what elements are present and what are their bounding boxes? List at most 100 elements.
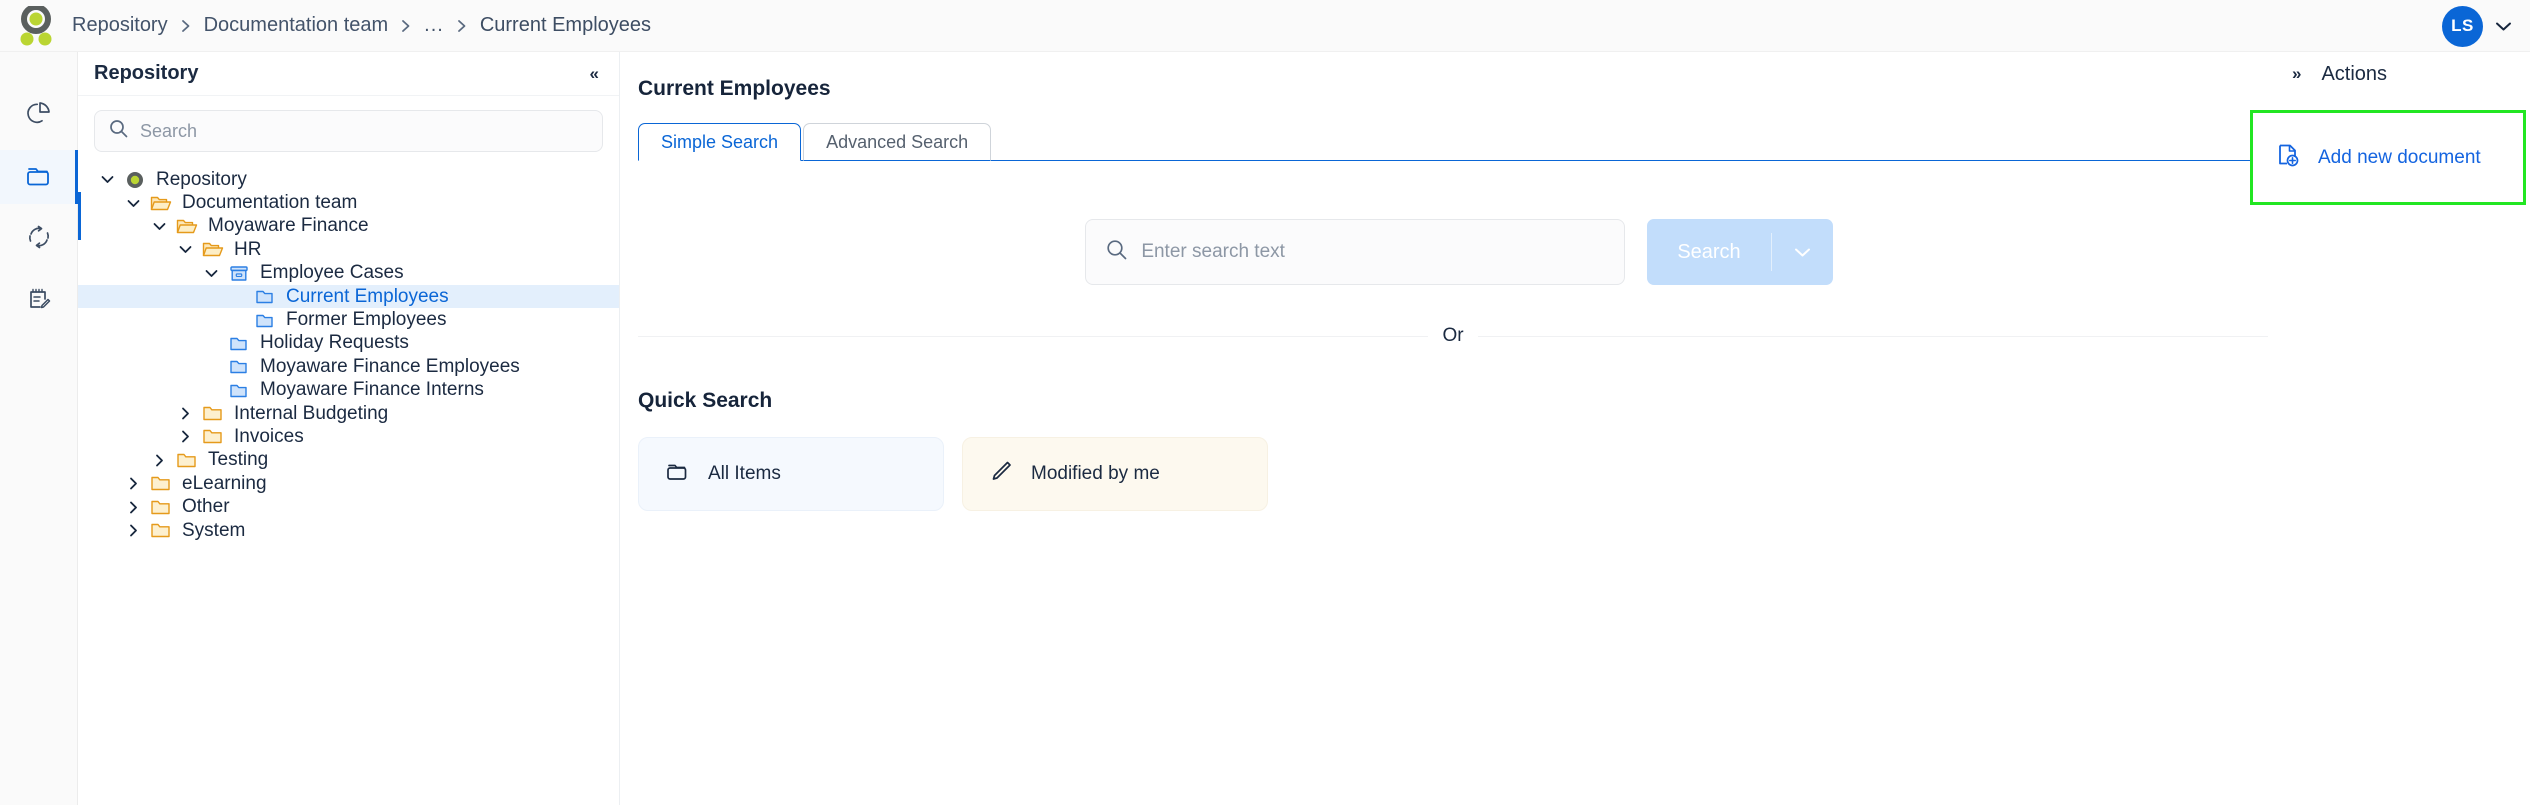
tree-node-label: Current Employees xyxy=(286,285,449,307)
tab-simple-search[interactable]: Simple Search xyxy=(638,123,802,161)
tree-node-invoices[interactable]: Invoices xyxy=(78,425,619,448)
quick-search-card-label: All Items xyxy=(708,463,781,484)
doc-folder-icon xyxy=(250,311,280,330)
quick-search-card-label: Modified by me xyxy=(1031,463,1160,484)
tree-node-label: Repository xyxy=(156,168,247,190)
chevron-right-icon xyxy=(181,19,191,33)
chevron-right-icon[interactable] xyxy=(146,454,172,467)
breadcrumb-item-documentation-team[interactable]: Documentation team xyxy=(204,14,389,37)
chevron-right-icon[interactable] xyxy=(172,430,198,443)
tree-node-documentation-team[interactable]: Documentation team xyxy=(78,191,619,214)
search-row: Enter search text Search xyxy=(638,219,2280,285)
search-input-placeholder: Search xyxy=(140,120,198,141)
rail-item-repository[interactable] xyxy=(0,150,78,204)
sidebar-header: Repository « xyxy=(78,52,619,96)
chevron-down-icon[interactable] xyxy=(94,175,120,184)
app-root: Repository Documentation team ... Curren… xyxy=(0,0,2530,805)
tree-node-repository[interactable]: Repository xyxy=(78,168,619,191)
tree-node-former-employees[interactable]: Former Employees xyxy=(78,308,619,331)
expand-right-icon[interactable]: » xyxy=(2292,64,2302,84)
pencil-icon xyxy=(989,459,1013,489)
repository-sidebar: Repository « Search Repository Documentat… xyxy=(78,52,620,805)
tree-node-testing[interactable]: Testing xyxy=(78,449,619,472)
folder-closed-icon xyxy=(146,521,176,540)
chevron-right-icon[interactable] xyxy=(172,407,198,420)
app-logo-icon[interactable] xyxy=(0,5,72,46)
tree-node-moyaware-finance-interns[interactable]: Moyaware Finance Interns xyxy=(78,379,619,402)
sidebar-title: Repository xyxy=(94,62,199,84)
tree-node-label: Testing xyxy=(208,449,269,471)
tree-node-label: Employee Cases xyxy=(260,262,404,284)
folder-open-icon xyxy=(146,194,176,213)
folder-open-icon xyxy=(198,240,228,259)
rail-item-sync[interactable] xyxy=(0,212,78,266)
chevron-right-icon[interactable] xyxy=(120,524,146,537)
search-button[interactable]: Search xyxy=(1647,219,1770,285)
or-label: Or xyxy=(1428,325,1478,346)
tree-node-system[interactable]: System xyxy=(78,519,619,542)
tree-node-label: Former Employees xyxy=(286,309,447,331)
doc-folder-icon xyxy=(224,381,254,400)
tab-advanced-search[interactable]: Advanced Search xyxy=(803,123,992,161)
breadcrumb-item-current-employees[interactable]: Current Employees xyxy=(480,14,651,37)
quick-search-cards: All Items Modified by me xyxy=(638,437,2280,511)
actions-title: Actions xyxy=(2321,62,2388,85)
page-title: Current Employees xyxy=(638,77,831,100)
tree-node-current-employees[interactable]: Current Employees xyxy=(78,284,619,309)
tree-node-label: Documentation team xyxy=(182,192,358,214)
user-menu[interactable]: LS xyxy=(2442,0,2512,52)
tree-node-hr[interactable]: HR xyxy=(78,238,619,261)
actions-highlight-box: Add new document xyxy=(2250,110,2526,205)
tree-node-label: System xyxy=(182,519,246,541)
tree-node-internal-budgeting[interactable]: Internal Budgeting xyxy=(78,402,619,425)
tree-node-label: Moyaware Finance Employees xyxy=(260,355,520,377)
icon-rail xyxy=(0,52,78,805)
chevron-right-icon xyxy=(401,19,411,33)
chevron-right-icon[interactable] xyxy=(120,477,146,490)
chevron-down-icon[interactable] xyxy=(172,245,198,254)
add-new-document-link[interactable]: Add new document xyxy=(2318,147,2481,169)
chevron-down-icon[interactable] xyxy=(120,199,146,208)
tree-node-elearning[interactable]: eLearning xyxy=(78,472,619,495)
chevron-right-icon[interactable] xyxy=(120,501,146,514)
tree-node-employee-cases[interactable]: Employee Cases xyxy=(78,262,619,285)
refresh-icon xyxy=(26,224,52,255)
tree-node-other[interactable]: Other xyxy=(78,495,619,518)
pie-chart-icon xyxy=(26,100,52,131)
folder-outline-icon xyxy=(665,460,690,489)
tree-node-label: HR xyxy=(234,238,262,260)
quick-search-card-modified-by-me[interactable]: Modified by me xyxy=(962,437,1268,511)
breadcrumb-item-overflow[interactable]: ... xyxy=(424,14,444,37)
collapse-left-icon[interactable]: « xyxy=(590,64,600,84)
tree-node-holiday-requests[interactable]: Holiday Requests xyxy=(78,332,619,355)
main-search-input[interactable]: Enter search text xyxy=(1085,219,1626,285)
tree-node-label: Invoices xyxy=(234,425,304,447)
archive-box-icon xyxy=(224,264,254,283)
rail-item-notes[interactable] xyxy=(0,274,78,328)
search-icon xyxy=(109,119,128,143)
doc-folder-icon xyxy=(224,357,254,376)
rail-item-dashboard[interactable] xyxy=(0,88,78,142)
tree-node-label: eLearning xyxy=(182,472,267,494)
chevron-down-icon[interactable] xyxy=(2495,18,2512,35)
tree-node-label: Other xyxy=(182,496,230,518)
chevron-down-icon[interactable] xyxy=(146,222,172,231)
tree-node-moyaware-finance-employees[interactable]: Moyaware Finance Employees xyxy=(78,355,619,378)
breadcrumb-item-repository[interactable]: Repository xyxy=(72,14,168,37)
chevron-right-icon xyxy=(457,19,467,33)
doc-folder-icon xyxy=(250,287,280,306)
quick-search-title: Quick Search xyxy=(638,389,773,412)
quick-search-card-all-items[interactable]: All Items xyxy=(638,437,944,511)
top-bar: Repository Documentation team ... Curren… xyxy=(0,0,2530,52)
search-input[interactable]: Search xyxy=(94,110,603,152)
folder-icon xyxy=(25,162,53,193)
folder-closed-icon xyxy=(198,427,228,446)
folder-open-icon xyxy=(172,217,202,236)
tree-node-label: Internal Budgeting xyxy=(234,402,389,424)
tree-node-moyaware-finance[interactable]: Moyaware Finance xyxy=(78,215,619,238)
search-button-group[interactable]: Search xyxy=(1647,219,1833,285)
avatar[interactable]: LS xyxy=(2442,5,2483,47)
chevron-down-icon[interactable] xyxy=(198,269,224,278)
doc-folder-icon xyxy=(224,334,254,353)
search-options-chevron-down-icon[interactable] xyxy=(1772,219,1833,285)
